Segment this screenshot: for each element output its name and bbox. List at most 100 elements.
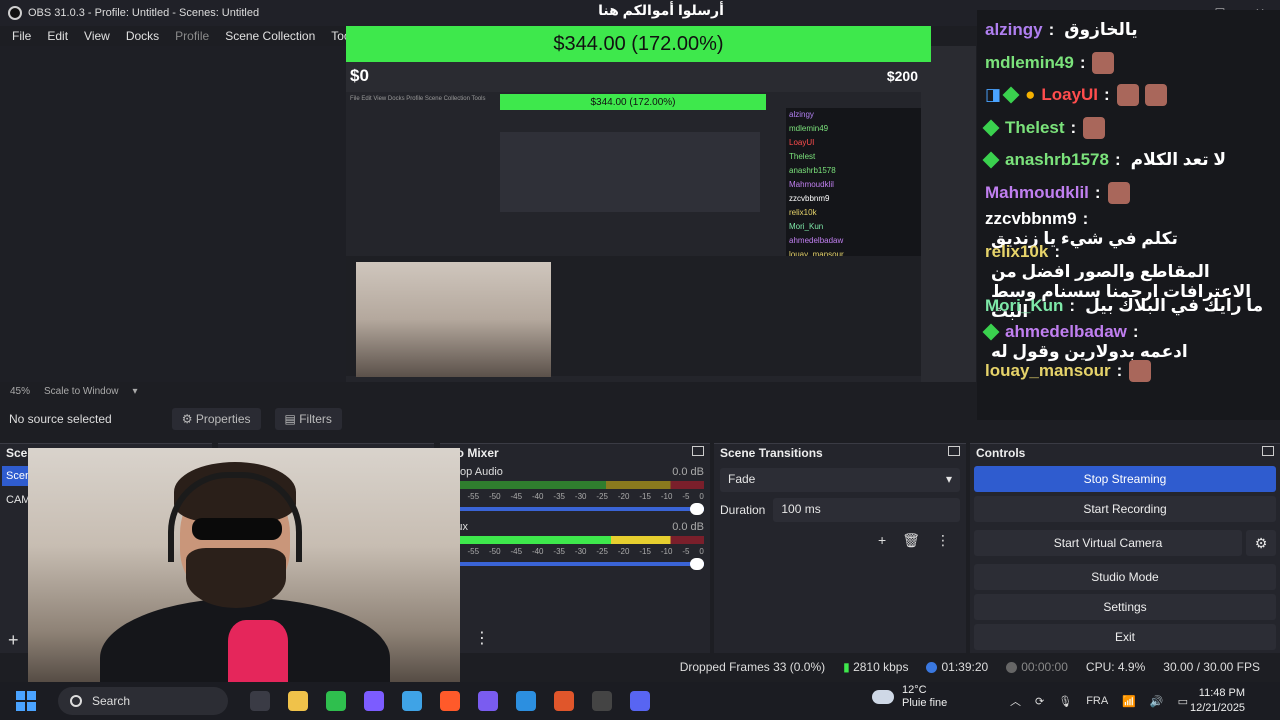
nested-chat-line: ahmedelbadaw xyxy=(789,236,844,245)
chat-separator: : xyxy=(1070,117,1077,137)
transition-select[interactable]: Fade ▾ xyxy=(720,468,960,492)
chat-username[interactable]: ahmedelbadaw xyxy=(1005,322,1127,342)
stop-streaming-button[interactable]: Stop Streaming xyxy=(974,466,1276,492)
taskbar-app-icon[interactable] xyxy=(402,691,422,711)
menu-view[interactable]: View xyxy=(76,29,118,43)
source-toolbar: No source selected ⚙ Properties ▤ Filter… xyxy=(0,404,975,434)
taskbar-search[interactable]: Search xyxy=(58,687,228,715)
volume-slider[interactable] xyxy=(446,558,704,570)
chat-username[interactable]: Mori_Kun xyxy=(985,296,1063,316)
preview-area[interactable]: أرسلوا أموالكم هنا $344.00 (172.00%) $0 … xyxy=(0,2,976,382)
scale-tick: -55 xyxy=(467,492,480,501)
chat-username[interactable]: anashrb1578 xyxy=(1005,150,1109,170)
taskbar-app-icon[interactable] xyxy=(516,691,536,711)
zoom-level[interactable]: 45% xyxy=(10,386,30,397)
menu-scene-collection[interactable]: Scene Collection xyxy=(217,29,323,43)
menu-docks[interactable]: Docks xyxy=(118,29,167,43)
taskbar-app-icon[interactable] xyxy=(630,691,650,711)
properties-button[interactable]: ⚙ Properties xyxy=(171,408,261,430)
diamond-badge-icon xyxy=(982,323,1000,341)
start-recording-button[interactable]: Start Recording xyxy=(974,496,1276,522)
mixer-channel: /Aux0.0 dB -60-55-50-45-40-35-30-25-20-1… xyxy=(440,521,710,570)
chat-separator: : xyxy=(1132,322,1139,341)
chat-username[interactable]: alzingy xyxy=(985,20,1043,40)
chat-username[interactable]: Mahmoudklil xyxy=(985,183,1089,203)
taskbar-app-icon[interactable] xyxy=(478,691,498,711)
volume-slider[interactable] xyxy=(446,503,704,515)
audio-mixer-dock: dio Mixer sktop Audio0.0 dB -60-55-50-45… xyxy=(440,443,710,653)
rec-time-wrap: 00:00:00 xyxy=(1006,660,1068,674)
volume-icon[interactable]: 🔊 xyxy=(1150,695,1164,708)
wifi-icon[interactable]: 📶 xyxy=(1122,695,1136,708)
nested-chat-line: anashrb1578 xyxy=(789,166,836,175)
scale-tick: -35 xyxy=(553,547,565,556)
diamond-badge-icon xyxy=(982,151,1000,169)
taskbar-app-icon[interactable] xyxy=(288,691,308,711)
virtual-camera-row: Start Virtual Camera ⚙ xyxy=(970,526,1280,560)
undock-icon[interactable] xyxy=(692,446,704,456)
add-scene-icon[interactable]: + xyxy=(8,630,19,651)
undock-icon[interactable] xyxy=(948,446,960,456)
chat-username[interactable]: relix10k xyxy=(985,242,1048,262)
stream-canvas[interactable]: أرسلوا أموالكم هنا $344.00 (172.00%) $0 … xyxy=(346,2,976,382)
goal-max: $200 xyxy=(886,68,918,84)
controls-dock: Controls Stop Streaming Start Recording … xyxy=(970,443,1280,653)
taskbar-app-icon[interactable] xyxy=(554,691,574,711)
windows-start-icon[interactable] xyxy=(16,691,36,711)
chat-username[interactable]: mdlemin49 xyxy=(985,53,1074,73)
filters-button[interactable]: ▤ Filters xyxy=(274,408,342,430)
taskbar-app-icon[interactable] xyxy=(364,691,384,711)
mic-icon[interactable]: 🎙 xyxy=(1058,695,1072,708)
chat-username[interactable]: zzcvbbnm9 xyxy=(985,209,1077,229)
studio-mode-button[interactable]: Studio Mode xyxy=(974,564,1276,590)
emote-icon xyxy=(1144,84,1167,107)
search-label: Search xyxy=(92,694,131,708)
taskbar-app-icon[interactable] xyxy=(326,691,346,711)
system-clock[interactable]: 11:48 PM 12/21/2025 xyxy=(1190,686,1245,716)
no-source-label: No source selected xyxy=(9,412,112,426)
filter-icon: ▤ xyxy=(284,412,300,426)
cloud-icon xyxy=(872,690,894,704)
taskbar-app-icon[interactable] xyxy=(250,691,270,711)
scale-tick: -15 xyxy=(639,492,651,501)
battery-icon[interactable]: ▭ xyxy=(1178,695,1188,708)
chat-username[interactable]: Thelest xyxy=(1005,118,1065,138)
scale-mode[interactable]: Scale to Window xyxy=(44,386,118,397)
nested-chat-line: Mahmoudklil xyxy=(789,180,834,189)
chat-username[interactable]: louay_mansour xyxy=(985,361,1111,381)
chevron-up-icon[interactable]: ︿ xyxy=(1010,693,1021,709)
more-icon[interactable]: ⋮ xyxy=(936,532,950,549)
search-icon xyxy=(70,695,82,707)
settings-button[interactable]: Settings xyxy=(974,594,1276,620)
nested-chat-line: mdlemin49 xyxy=(789,124,829,133)
chat-line: ◨ ● LoayUI: xyxy=(985,79,1272,112)
exit-button[interactable]: Exit xyxy=(974,624,1276,650)
emote-icon xyxy=(1116,84,1139,107)
add-icon[interactable]: + xyxy=(878,532,886,549)
chat-message: يالخازوق xyxy=(1064,20,1138,40)
diamond-badge-icon xyxy=(982,119,1000,137)
trash-icon[interactable]: 🗑 xyxy=(902,532,920,549)
taskbar-app-icon[interactable] xyxy=(592,691,612,711)
chevron-down-icon[interactable]: ▾ xyxy=(133,386,138,397)
duration-input[interactable]: 100 ms xyxy=(773,498,960,522)
start-virtual-camera-button[interactable]: Start Virtual Camera xyxy=(974,530,1242,556)
weather-desc: Pluie fine xyxy=(902,697,948,709)
scale-tick: -45 xyxy=(510,492,523,501)
menu-edit[interactable]: Edit xyxy=(39,29,76,43)
sync-icon[interactable]: ⟳ xyxy=(1035,695,1044,708)
taskbar-app-icon[interactable] xyxy=(440,691,460,711)
nested-chat-line: zzcvbbnm9 xyxy=(789,194,830,203)
chat-username[interactable]: LoayUI xyxy=(1041,85,1098,105)
emote-icon xyxy=(1092,51,1115,74)
menu-file[interactable]: File xyxy=(4,29,39,43)
weather-widget[interactable]: 12°C Pluie fine xyxy=(872,684,947,710)
menu-profile[interactable]: Profile xyxy=(167,29,217,43)
gear-icon[interactable]: ⚙ xyxy=(1246,530,1276,556)
mixer-menu-icon[interactable]: ⋮ xyxy=(474,628,490,648)
language-indicator[interactable]: FRA xyxy=(1086,695,1108,707)
duration-label: Duration xyxy=(720,503,766,517)
undock-icon[interactable] xyxy=(1262,446,1274,456)
chat-line: zzcvbbnm9: تكلم في شيء يا زنديق xyxy=(985,209,1272,248)
properties-label: Properties xyxy=(195,412,251,426)
